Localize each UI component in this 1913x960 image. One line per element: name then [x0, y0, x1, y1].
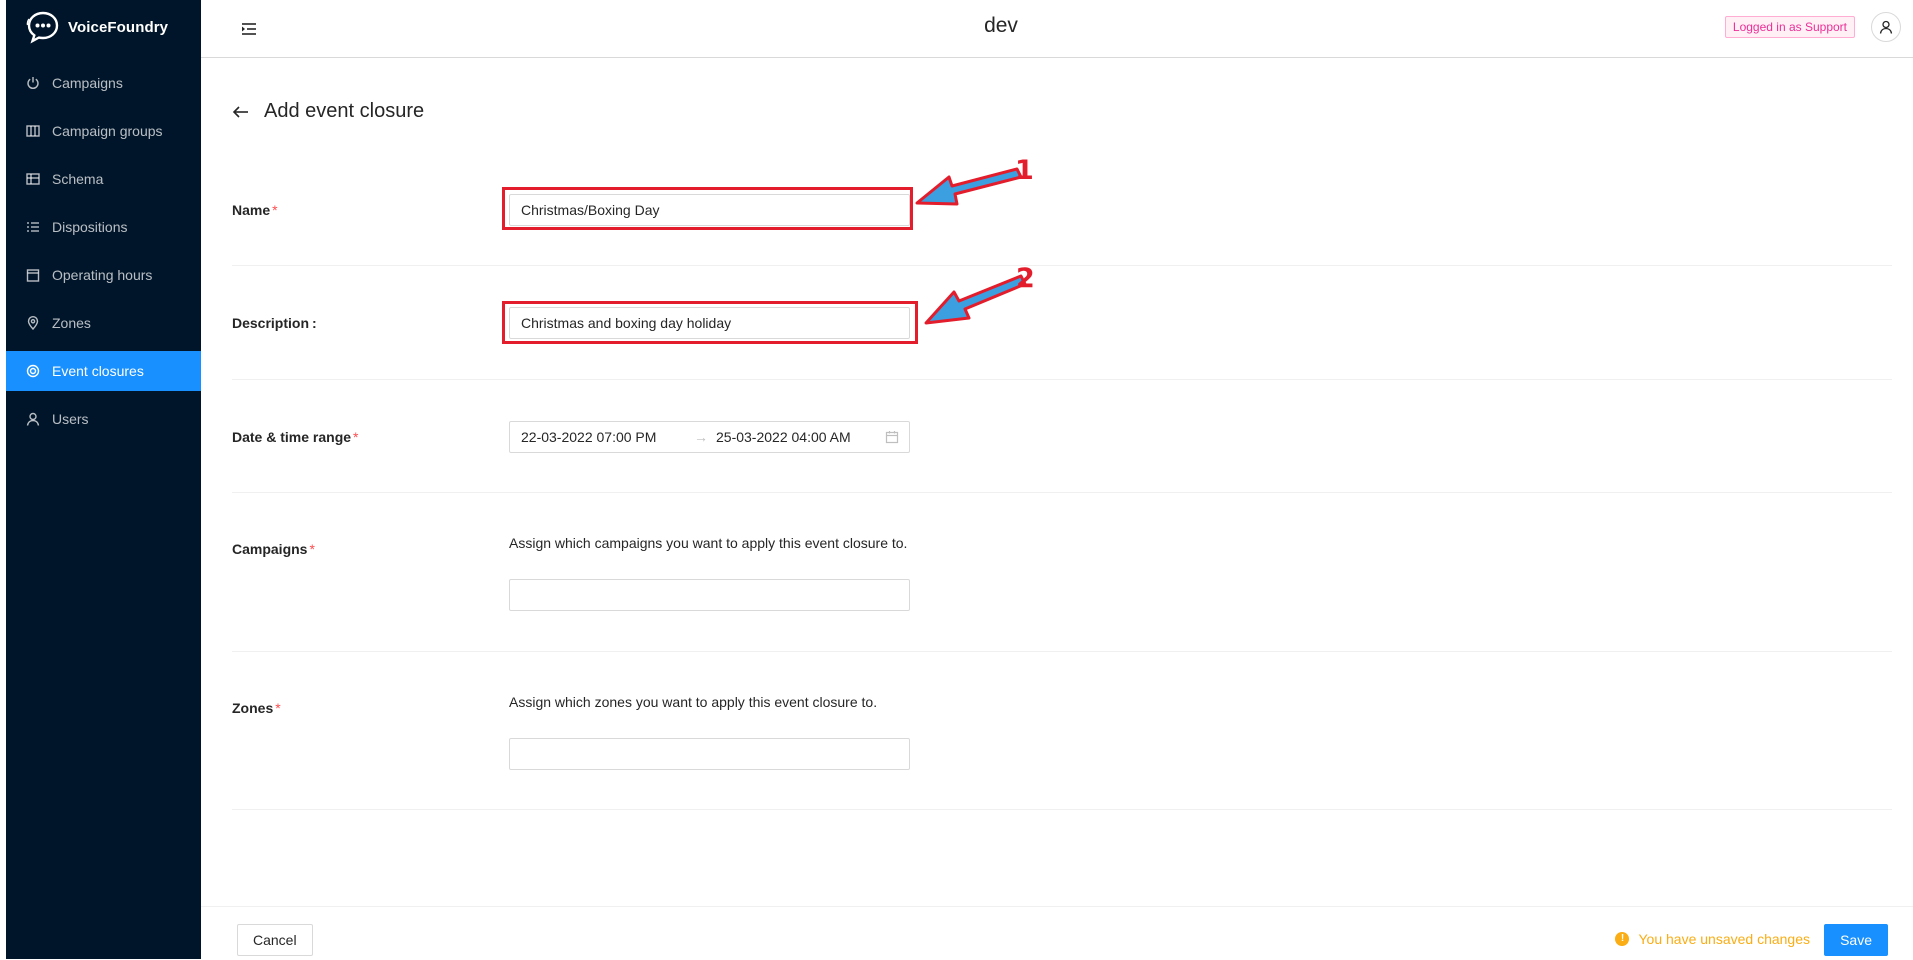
form-row-date-range: Date & time range * 22-03-2022 07:00 PM →…	[232, 380, 1892, 493]
sidebar-item-campaign-groups[interactable]: Campaign groups	[6, 111, 201, 151]
target-icon	[26, 364, 40, 378]
form-row-description: Description: Christmas and boxing day ho…	[232, 266, 1892, 380]
save-button[interactable]: Save	[1824, 924, 1888, 956]
form-row-zones: Zones * Assign which zones you want to ap…	[232, 652, 1892, 810]
sidebar: VoiceFoundry Campaigns Campaign groups S…	[6, 0, 201, 959]
calendar-icon	[26, 268, 40, 282]
required-mark: *	[353, 429, 359, 445]
table-icon	[26, 172, 40, 186]
sidebar-item-users[interactable]: Users	[6, 399, 201, 439]
sidebar-item-campaigns[interactable]: Campaigns	[6, 63, 201, 103]
calendar-icon	[885, 431, 899, 444]
date-range-picker[interactable]: 22-03-2022 07:00 PM → 25-03-2022 04:00 A…	[509, 421, 910, 453]
description-label: Description:	[232, 315, 317, 331]
form-footer: Cancel ! You have unsaved changes Save	[201, 906, 1913, 960]
form-row-campaigns: Campaigns * Assign which campaigns you wa…	[232, 493, 1892, 652]
range-separator-arrow: →	[694, 429, 708, 445]
sidebar-item-dispositions[interactable]: Dispositions	[6, 207, 201, 247]
sidebar-item-label: Users	[52, 411, 89, 427]
annotation-arrow-1	[915, 167, 1023, 206]
sidebar-item-label: Campaigns	[52, 75, 123, 91]
name-label-text: Name	[232, 202, 271, 218]
sidebar-nav: Campaigns Campaign groups Schema Disposi…	[6, 63, 201, 447]
sidebar-item-label: Operating hours	[52, 267, 153, 283]
sidebar-item-label: Campaign groups	[52, 123, 163, 139]
brand-name: VoiceFoundry	[68, 18, 169, 36]
date-range-label: Date & time range *	[232, 429, 359, 445]
sidebar-item-label: Dispositions	[52, 219, 128, 235]
form-row-name: Name * Christmas/Boxing Day	[232, 150, 1892, 266]
label-colon: :	[312, 315, 317, 331]
power-icon	[26, 76, 40, 90]
required-mark: *	[275, 700, 281, 716]
zones-select[interactable]	[509, 738, 910, 770]
top-header: dev Logged in as Support	[201, 0, 1913, 58]
name-label: Name *	[232, 202, 278, 218]
page-title: Add event closure	[264, 100, 425, 122]
brand[interactable]: VoiceFoundry	[26, 10, 168, 44]
cancel-button[interactable]: Cancel	[237, 924, 313, 956]
range-start-date[interactable]: 22-03-2022 07:00 PM	[521, 422, 656, 452]
unsaved-changes-text: You have unsaved changes	[1638, 931, 1810, 947]
date-range-label-text: Date & time range	[232, 429, 352, 445]
required-mark: *	[272, 202, 278, 218]
logged-in-tag: Logged in as Support	[1724, 16, 1855, 38]
sidebar-item-zones[interactable]: Zones	[6, 303, 201, 343]
warning-icon: !	[1615, 932, 1630, 946]
environment-title: dev	[984, 14, 1018, 37]
sidebar-item-operating-hours[interactable]: Operating hours	[6, 255, 201, 295]
campaigns-label: Campaigns *	[232, 541, 315, 557]
annotation-marker-1: 1	[1015, 155, 1034, 186]
annotation-box-2	[502, 301, 918, 344]
sidebar-item-schema[interactable]: Schema	[6, 159, 201, 199]
user-avatar-icon	[1879, 20, 1893, 34]
zones-label-text: Zones	[232, 700, 274, 716]
page-header: Add event closure	[232, 100, 424, 123]
campaigns-select[interactable]	[509, 579, 910, 611]
sidebar-item-event-closures[interactable]: Event closures	[6, 351, 201, 391]
description-label-text: Description	[232, 315, 310, 331]
list-icon	[26, 220, 40, 234]
sidebar-item-label: Schema	[52, 171, 104, 187]
annotation-box-1	[502, 187, 913, 230]
zones-label: Zones *	[232, 700, 281, 716]
campaigns-label-text: Campaigns	[232, 541, 308, 557]
voicefoundry-logo-icon	[26, 11, 59, 44]
group-icon	[26, 124, 40, 138]
annotation-marker-2: 2	[1016, 263, 1035, 294]
back-arrow-icon[interactable]	[232, 103, 250, 121]
sidebar-item-label: Zones	[52, 315, 91, 331]
user-icon	[26, 412, 40, 426]
sidebar-item-label: Event closures	[52, 363, 144, 379]
campaigns-help-text: Assign which campaigns you want to apply…	[509, 535, 908, 551]
range-end-date[interactable]: 25-03-2022 04:00 AM	[716, 422, 851, 452]
annotation-arrow-2	[924, 274, 1027, 325]
required-mark: *	[309, 541, 315, 557]
user-avatar[interactable]	[1871, 12, 1901, 42]
location-pin-icon	[26, 316, 40, 330]
zones-help-text: Assign which zones you want to apply thi…	[509, 694, 878, 710]
unsaved-changes-notice: ! You have unsaved changes	[1615, 931, 1810, 947]
